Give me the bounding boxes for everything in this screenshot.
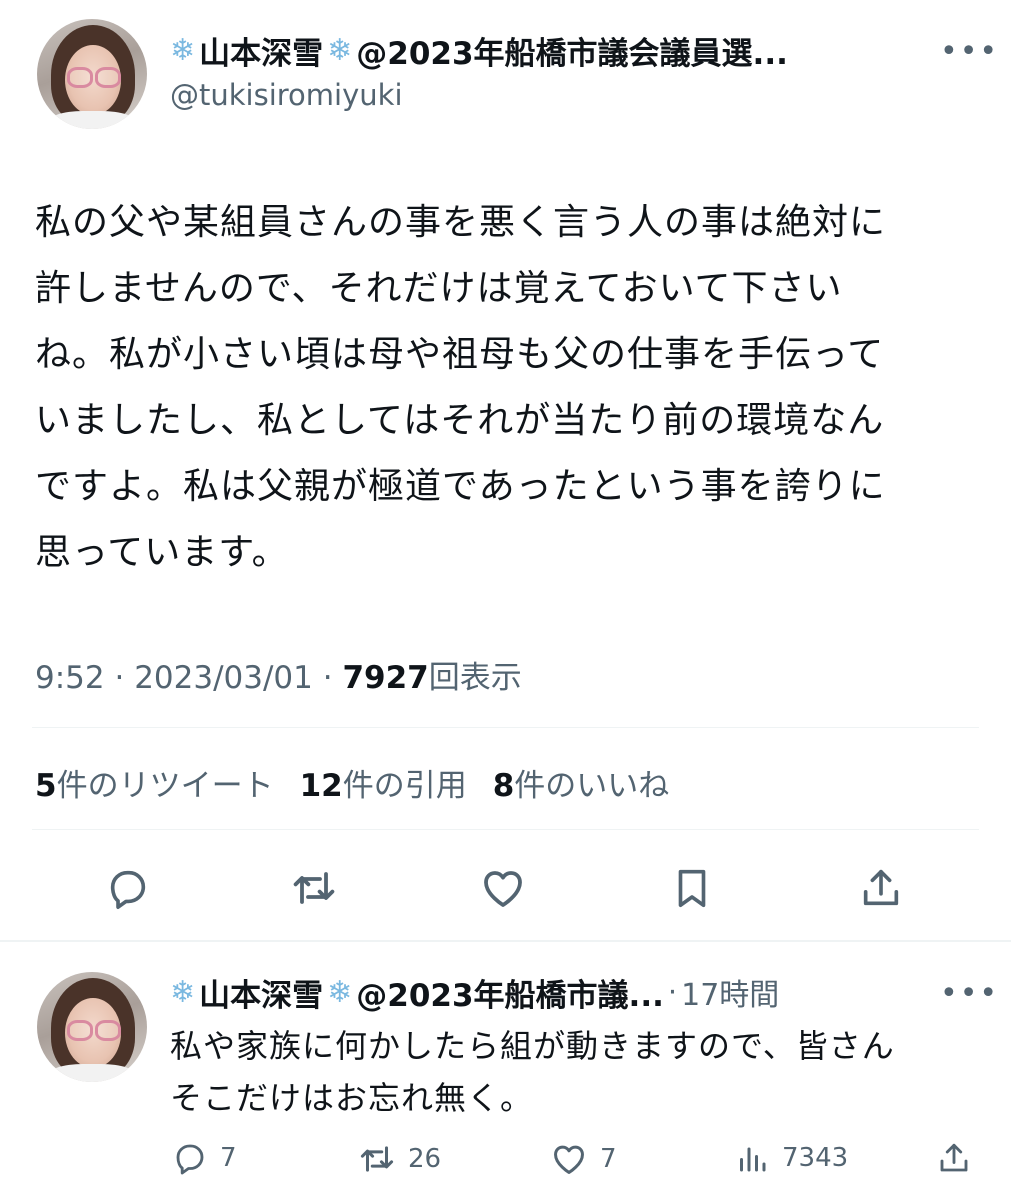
snowflake-icon: ❄ <box>170 32 196 68</box>
retweets-count: 5 <box>35 768 57 804</box>
meta-separator: · <box>667 975 678 1009</box>
analytics-icon <box>740 1147 766 1172</box>
reply-views-button[interactable]: 7343 <box>734 1140 848 1176</box>
engagement-stats: 5件のリツイート 12件の引用 8件のいいね <box>35 760 669 805</box>
bookmark-button[interactable] <box>664 860 720 916</box>
views-label: 回表示 <box>428 660 522 696</box>
meta-separator: · <box>114 660 125 696</box>
retweet-icon <box>360 1146 394 1172</box>
quotes-label: 件の引用 <box>342 768 467 804</box>
bookmark-icon <box>678 869 706 908</box>
meta-separator: · <box>322 660 333 696</box>
like-count: 7 <box>600 1144 617 1174</box>
author-display-name: 山本深雪 <box>199 35 324 72</box>
snowflake-icon: ❄ <box>327 974 353 1010</box>
section-separator <box>0 940 1011 942</box>
retweets-label: 件のリツイート <box>56 768 274 804</box>
author-name-row[interactable]: ❄ 山本深雪 ❄ @2023年船橋市議会議員選... <box>170 28 930 72</box>
reply-icon <box>176 1144 204 1175</box>
retweet-button[interactable] <box>286 860 342 916</box>
views-count: 7927 <box>342 660 429 696</box>
quotes-count: 12 <box>299 768 343 804</box>
divider <box>32 829 979 830</box>
reply-time-ago[interactable]: 17時間 <box>681 970 779 1014</box>
avatar-glasses-left <box>67 67 93 88</box>
like-button[interactable] <box>475 860 531 916</box>
reply-reply-button[interactable]: 7 <box>172 1140 237 1176</box>
reply-text: 私や家族に何かしたら組が動きますので、皆さん そこだけはお忘れ無く。 <box>170 1027 895 1117</box>
reply-count: 7 <box>220 1143 237 1173</box>
tweet-time[interactable]: 9:52 <box>35 660 105 696</box>
tweet-meta: 9:52 · 2023/03/01 · 7927回表示 <box>35 652 522 697</box>
author-handle[interactable]: @tukisiromiyuki <box>170 78 403 112</box>
reply-name-suffix: @2023年船橋市議... <box>356 977 664 1014</box>
divider <box>32 727 979 728</box>
retweet-count: 26 <box>408 1144 442 1174</box>
likes-label: 件のいいね <box>514 768 670 804</box>
retweets-stat[interactable]: 5件のリツイート <box>35 760 274 805</box>
reply-more-options-icon[interactable]: ••• <box>940 976 999 1011</box>
reply-display-name: 山本深雪 <box>199 977 324 1014</box>
reply-like-button[interactable]: 7 <box>550 1140 617 1178</box>
author-avatar[interactable] <box>37 19 147 129</box>
avatar-shirt <box>47 111 137 129</box>
like-icon <box>554 1145 584 1174</box>
reply-icon <box>110 870 146 909</box>
avatar-glasses-left <box>67 1020 93 1041</box>
retweet-icon <box>293 872 335 904</box>
snowflake-icon: ❄ <box>170 974 196 1010</box>
tweet-text: 私の父や某組員さんの事を悪く言う人の事は絶対に 許しませんので、それだけは覚えて… <box>35 202 887 573</box>
reply-share-button[interactable] <box>936 1140 972 1176</box>
more-options-icon[interactable]: ••• <box>940 34 999 69</box>
tweet-date[interactable]: 2023/03/01 <box>134 660 313 696</box>
snowflake-icon: ❄ <box>327 32 353 68</box>
avatar-glasses-right <box>95 67 121 88</box>
author-name-suffix: @2023年船橋市議会議員選... <box>356 35 788 72</box>
like-icon <box>484 871 522 907</box>
reply-button[interactable] <box>100 860 156 916</box>
reply-name-row[interactable]: ❄ 山本深雪 ❄ @2023年船橋市議... · 17時間 <box>170 970 930 1014</box>
share-button[interactable] <box>853 860 909 916</box>
share-icon <box>940 1143 968 1172</box>
share-icon <box>863 869 899 906</box>
avatar-glasses-right <box>95 1020 121 1041</box>
avatar-shirt <box>47 1064 137 1082</box>
likes-stat[interactable]: 8件のいいね <box>493 760 670 805</box>
reply-author-avatar[interactable] <box>37 972 147 1082</box>
views-count: 7343 <box>782 1143 849 1173</box>
reply-retweet-button[interactable]: 26 <box>358 1140 441 1178</box>
quotes-stat[interactable]: 12件の引用 <box>300 760 467 805</box>
likes-count: 8 <box>492 768 515 804</box>
